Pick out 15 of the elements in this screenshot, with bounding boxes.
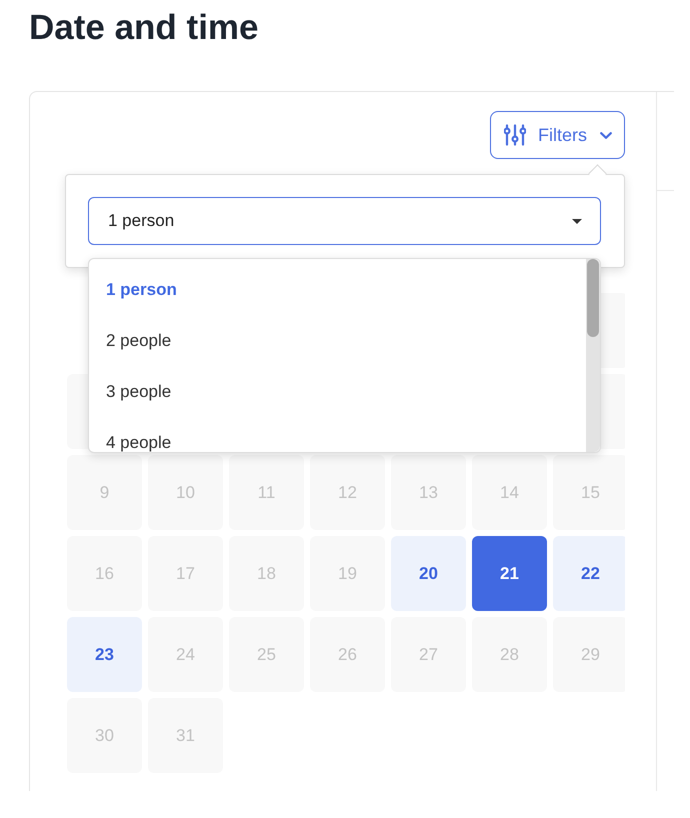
party-size-option[interactable]: 1 person [89, 264, 569, 315]
filters-button[interactable]: Filters [490, 111, 625, 159]
party-size-select[interactable]: 1 person [88, 197, 601, 245]
scrollbar[interactable] [586, 259, 600, 452]
sliders-icon [504, 124, 526, 146]
calendar-day[interactable]: 20 [391, 536, 466, 611]
calendar-day[interactable]: 23 [67, 617, 142, 692]
chevron-down-icon [600, 132, 612, 138]
party-size-option[interactable]: 4 people [89, 417, 569, 452]
party-size-option[interactable]: 2 people [89, 315, 569, 366]
calendar-day[interactable]: 22 [553, 536, 625, 611]
page-title: Date and time [29, 7, 258, 49]
party-size-option[interactable]: 3 people [89, 366, 569, 417]
calendar-day[interactable]: 21 [472, 536, 547, 611]
caret-down-icon [572, 218, 582, 224]
